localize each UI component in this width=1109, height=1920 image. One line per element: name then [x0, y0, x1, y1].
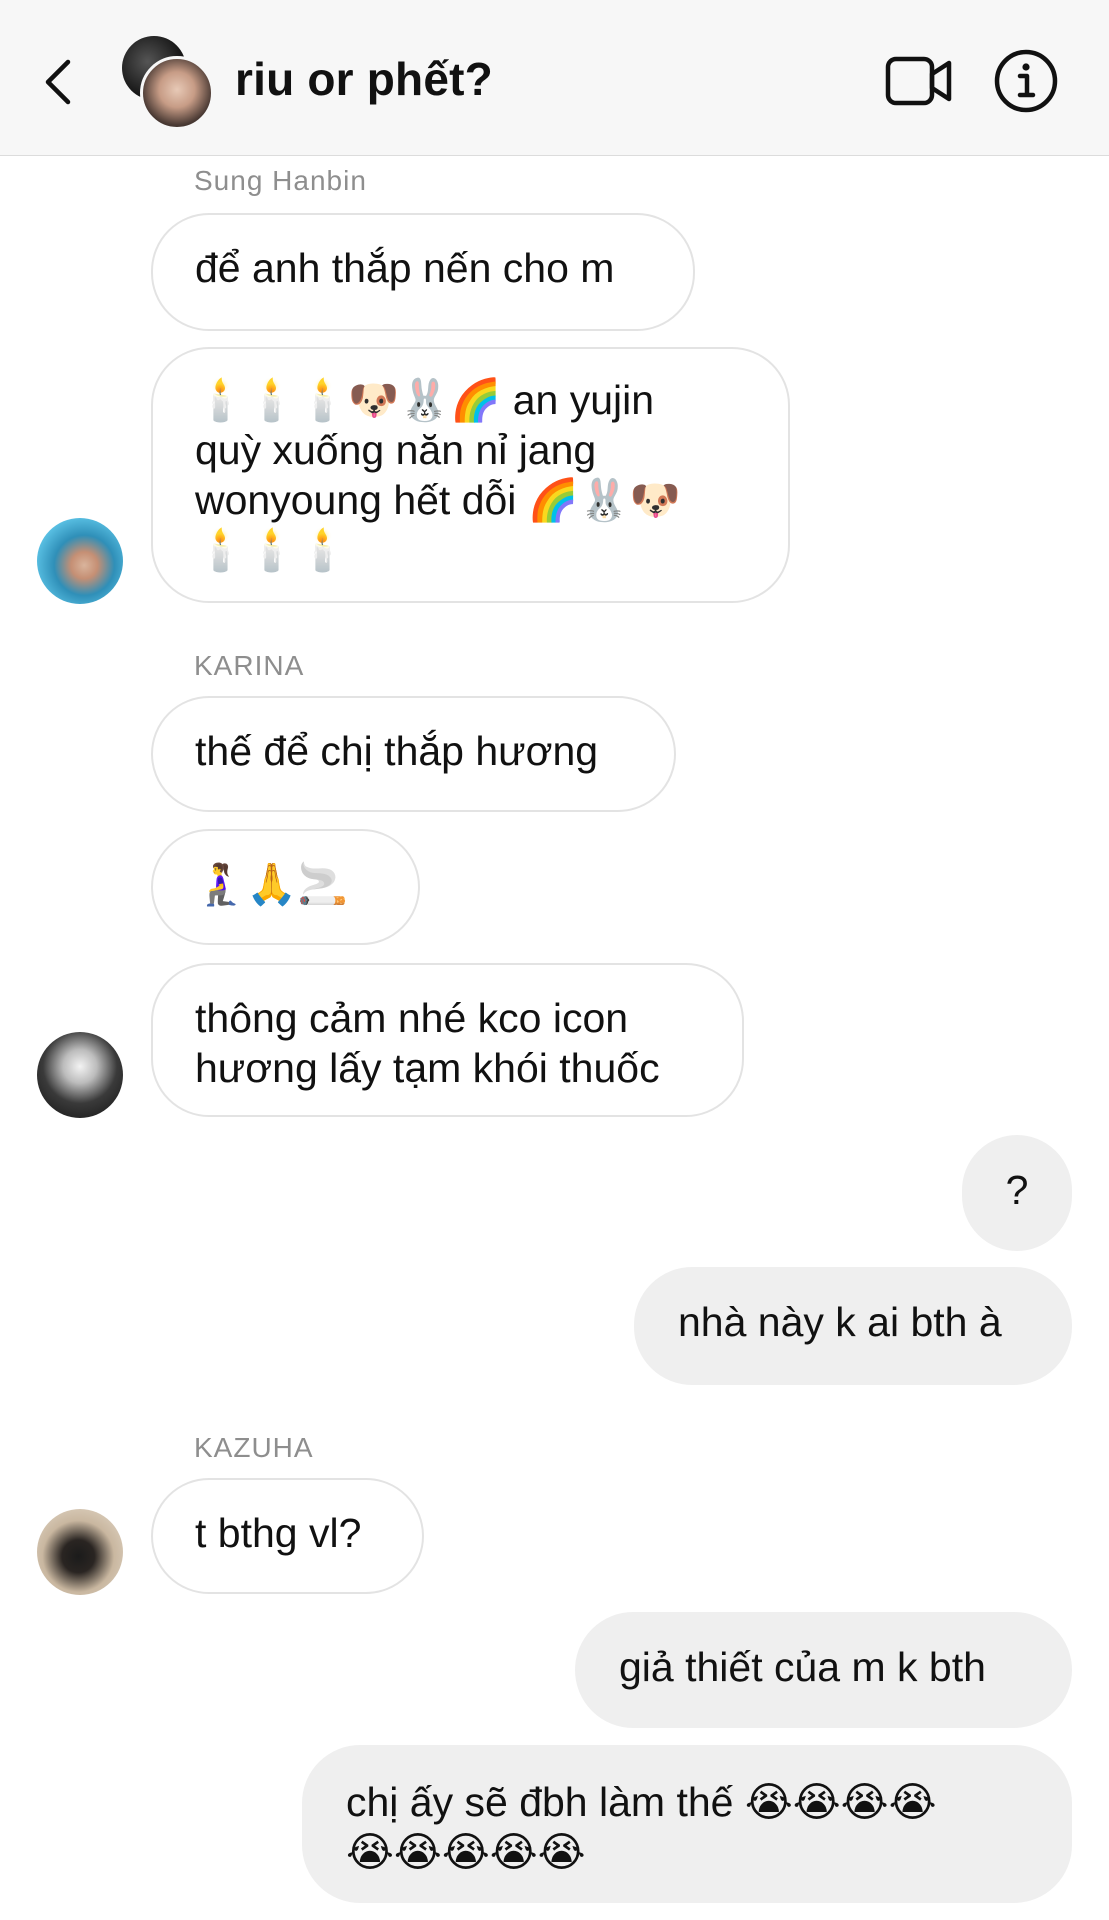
- message-bubble[interactable]: ?: [962, 1135, 1072, 1251]
- chevron-left-icon: [45, 59, 71, 105]
- message-line: 🕯️🕯️🕯️🐶🐰🌈 an yujin: [195, 375, 746, 425]
- message-bubble[interactable]: thế để chị thắp hương: [151, 696, 676, 812]
- video-camera-icon: [885, 56, 952, 106]
- rainbow-rabbit-dog-emoji: 🌈🐰🐶: [527, 476, 681, 524]
- message-text: an yujin: [501, 377, 655, 423]
- sender-name: KAZUHA: [194, 1432, 314, 1463]
- message-text: ?: [1005, 1167, 1029, 1213]
- message-bubble[interactable]: thông cảm nhé kco icon hương lấy tạm khó…: [151, 963, 744, 1117]
- message-text: t bthg vl?: [195, 1510, 362, 1556]
- message-bubble[interactable]: để anh thắp nến cho m: [151, 213, 695, 331]
- message-bubble[interactable]: 🧎‍♀️🙏🚬: [151, 829, 420, 945]
- video-call-button[interactable]: [885, 55, 953, 107]
- message-text: để anh thắp nến cho m: [195, 245, 615, 291]
- loudly-crying-face-emoji: 😭😭😭😭😭: [346, 1828, 586, 1876]
- message-line: thông cảm nhé kco icon: [195, 995, 629, 1041]
- message-line: quỳ xuống năn nỉ jang: [195, 427, 597, 473]
- kneeling-pray-cigarette-emoji: 🧎‍♀️🙏🚬: [195, 860, 349, 908]
- info-icon: [994, 49, 1058, 113]
- chat-title[interactable]: riu or phết?: [235, 52, 493, 106]
- message-line: chị ấy sẽ đbh làm thế 😭😭😭😭: [346, 1777, 1028, 1827]
- message-line: wonyoung hết dỗi 🌈🐰🐶: [195, 475, 746, 525]
- chat-header: riu or phết?: [0, 0, 1109, 156]
- message-bubble[interactable]: chị ấy sẽ đbh làm thế 😭😭😭😭 😭😭😭😭😭: [302, 1745, 1072, 1903]
- sender-name: KARINA: [194, 650, 305, 681]
- back-button[interactable]: [38, 52, 82, 112]
- message-bubble[interactable]: nhà này k ai bth à: [634, 1267, 1072, 1385]
- message-text: giả thiết của m k bth: [619, 1644, 986, 1690]
- candle-dog-rabbit-rainbow-emoji: 🕯️🕯️🕯️🐶🐰🌈: [195, 376, 502, 424]
- candle-emoji: 🕯️🕯️🕯️: [195, 526, 349, 574]
- message-line: hương lấy tạm khói thuốc: [195, 1045, 660, 1091]
- avatar: [140, 56, 214, 130]
- message-text: nhà này k ai bth à: [678, 1299, 1002, 1345]
- sender-name: Sung Hanbin: [194, 165, 367, 196]
- message-text: thế để chị thắp hương: [195, 728, 599, 774]
- avatar[interactable]: [37, 1032, 123, 1118]
- message-bubble[interactable]: t bthg vl?: [151, 1478, 424, 1594]
- group-avatar[interactable]: [122, 36, 214, 130]
- message-bubble[interactable]: giả thiết của m k bth: [575, 1612, 1072, 1728]
- message-text: wonyoung hết dỗi: [195, 477, 528, 523]
- info-button[interactable]: [993, 48, 1059, 114]
- message-text: chị ấy sẽ đbh làm thế: [346, 1779, 745, 1825]
- loudly-crying-face-emoji: 😭😭😭😭: [744, 1778, 937, 1826]
- message-bubble[interactable]: 🕯️🕯️🕯️🐶🐰🌈 an yujin quỳ xuống năn nỉ jang…: [151, 347, 790, 603]
- avatar[interactable]: [37, 1509, 123, 1595]
- avatar[interactable]: [37, 518, 123, 604]
